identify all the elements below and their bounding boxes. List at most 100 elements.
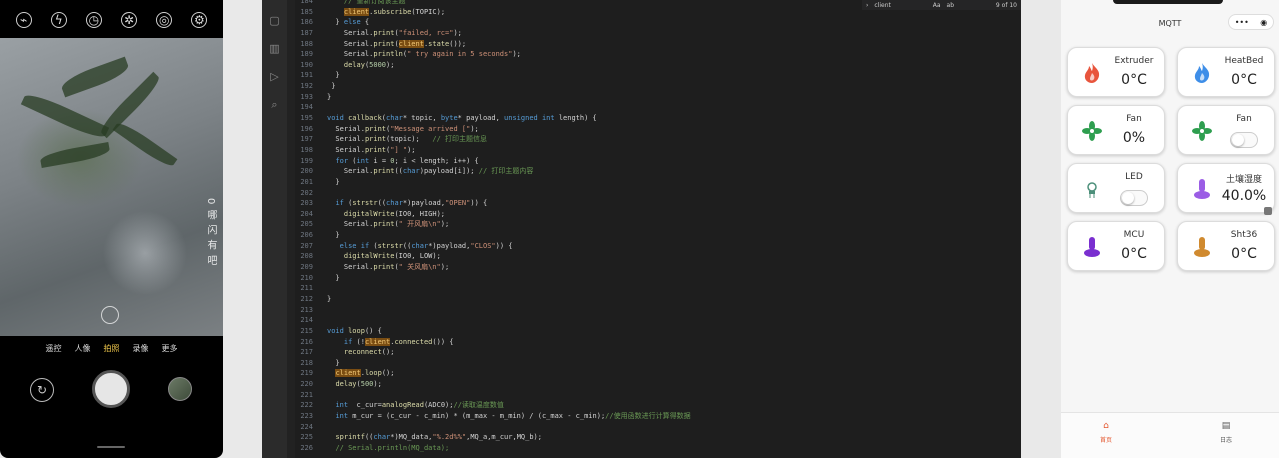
- led-toggle[interactable]: [1120, 190, 1148, 206]
- line-source: // 重新订阅该主题: [343, 0, 406, 5]
- filter-icon[interactable]: ✲: [121, 12, 138, 28]
- device-card[interactable]: Fan: [1177, 105, 1275, 155]
- code-line[interactable]: 226 // Serial.println(MQ_data);: [295, 443, 1021, 454]
- code-line[interactable]: 195 void callback(char* topic, byte* payl…: [295, 113, 1021, 124]
- code-line[interactable]: 223 int m_cur = (c_cur - c_min) * (m_max…: [295, 411, 1021, 422]
- camera-mode-3[interactable]: 录像: [133, 343, 149, 354]
- code-line[interactable]: 209 Serial.print(" 关风扇\n");: [295, 262, 1021, 273]
- shutter-button[interactable]: [92, 370, 130, 408]
- code-area[interactable]: 184 // 重新订阅该主题 185 client.subscribe(TOPIC…: [295, 0, 1021, 454]
- code-line[interactable]: 221: [295, 390, 1021, 401]
- tab-1[interactable]: ▤ 日志: [1196, 421, 1256, 444]
- code-line[interactable]: 201 }: [295, 177, 1021, 188]
- explorer-icon[interactable]: ▢: [268, 14, 281, 27]
- live-photo-icon[interactable]: ◎: [156, 12, 173, 28]
- code-line[interactable]: 220 delay(500);: [295, 379, 1021, 390]
- line-source: Serial.print(" 开风扇\n");: [327, 220, 450, 229]
- find-widget[interactable]: › client Aa ab 9 of 10: [862, 0, 1021, 10]
- find-input[interactable]: client: [874, 2, 890, 9]
- match-word-toggle[interactable]: ab: [947, 2, 955, 9]
- code-line[interactable]: 210 }: [295, 273, 1021, 284]
- code-line[interactable]: 186 } else {: [295, 17, 1021, 28]
- code-line[interactable]: 219 client.loop();: [295, 368, 1021, 379]
- code-line[interactable]: 194: [295, 102, 1021, 113]
- code-line[interactable]: 203 if (strstr((char*)payload,"OPEN")) {: [295, 198, 1021, 209]
- line-source: client.subscribe(TOPIC);: [343, 7, 446, 16]
- code-line[interactable]: 206 }: [295, 230, 1021, 241]
- code-line[interactable]: 224: [295, 422, 1021, 433]
- line-source: Serial.print((char)payload[i]); // 打印主题内…: [327, 167, 534, 176]
- gallery-thumbnail[interactable]: [168, 377, 192, 401]
- code-line[interactable]: 222 int c_cur=analogRead(ADC0);//读取温度数值: [295, 400, 1021, 411]
- library-icon[interactable]: ▥: [268, 42, 281, 55]
- code-line[interactable]: 191 }: [295, 70, 1021, 81]
- more-icon[interactable]: •••: [1235, 18, 1249, 27]
- device-card[interactable]: Sht36 0°C: [1177, 221, 1275, 271]
- timer-icon[interactable]: ◷: [85, 12, 102, 28]
- close-target-icon[interactable]: ◉: [1260, 18, 1267, 27]
- code-line[interactable]: 207 else if (strstr((char*)payload,"CLOS…: [295, 241, 1021, 252]
- code-line[interactable]: 199 for (int i = 0; i < length; i++) {: [295, 156, 1021, 167]
- card-label: Fan: [1236, 114, 1252, 124]
- tab-0[interactable]: ⌂ 首页: [1076, 421, 1136, 444]
- code-line[interactable]: 197 Serial.print(topic); // 打印主题信息: [295, 134, 1021, 145]
- camera-mode-4[interactable]: 更多: [162, 343, 178, 354]
- code-line[interactable]: 215 void loop() {: [295, 326, 1021, 337]
- code-line[interactable]: 218 }: [295, 358, 1021, 369]
- code-line[interactable]: 225 sprintf((char*)MQ_data,"%.2d%%",MQ_a…: [295, 432, 1021, 443]
- gear-icon[interactable]: ⚙: [191, 12, 208, 28]
- code-line[interactable]: 188 Serial.print(client.state());: [295, 39, 1021, 50]
- fan-icon: [1081, 120, 1103, 142]
- flash-off-icon[interactable]: ϟ: [50, 12, 67, 28]
- code-line[interactable]: 213: [295, 305, 1021, 316]
- settings-ring-icon[interactable]: ⌁: [15, 12, 32, 28]
- camera-top-toolbar: ⌁ ϟ ◷ ✲ ◎ ⚙: [0, 0, 223, 40]
- code-line[interactable]: 193}: [295, 92, 1021, 103]
- device-card[interactable]: MCU 0°C: [1067, 221, 1165, 271]
- search-icon[interactable]: ⌕: [268, 98, 281, 111]
- device-card[interactable]: LED: [1067, 163, 1165, 213]
- code-line[interactable]: 190 delay(5000);: [295, 60, 1021, 71]
- device-card[interactable]: 土壤湿度 40.0%: [1177, 163, 1275, 213]
- code-line[interactable]: 196 Serial.print("Message arrived [");: [295, 124, 1021, 135]
- thermometer-purple-icon: [1191, 178, 1213, 200]
- code-line[interactable]: 205 Serial.print(" 开风扇\n");: [295, 219, 1021, 230]
- card-label: 土壤湿度: [1225, 175, 1262, 185]
- led-icon: [1081, 178, 1103, 200]
- device-card[interactable]: HeatBed 0°C: [1177, 47, 1275, 97]
- code-line[interactable]: 204 digitalWrite(IO0, HIGH);: [295, 209, 1021, 220]
- code-line[interactable]: 200 Serial.print((char)payload[i]); // 打…: [295, 166, 1021, 177]
- match-case-toggle[interactable]: Aa: [933, 2, 941, 9]
- code-line[interactable]: 189 Serial.println(" try again in 5 seco…: [295, 49, 1021, 60]
- toggle-knob: [1122, 192, 1134, 204]
- line-number: 222: [300, 401, 313, 410]
- code-line[interactable]: 198 Serial.print("] ");: [295, 145, 1021, 156]
- code-line[interactable]: 192 }: [295, 81, 1021, 92]
- line-number: 189: [300, 50, 313, 59]
- thermometer-purple-icon: [1081, 236, 1103, 258]
- code-line[interactable]: 214: [295, 315, 1021, 326]
- line-number: 205: [300, 220, 313, 229]
- camera-mode-2[interactable]: 拍照: [104, 343, 120, 354]
- switch-camera-icon[interactable]: ↻: [30, 378, 54, 402]
- card-label: Extruder: [1114, 56, 1154, 66]
- line-number: 204: [300, 209, 313, 218]
- camera-mode-0[interactable]: 遥控: [46, 343, 62, 354]
- fan-toggle[interactable]: [1230, 132, 1258, 148]
- chevron-right-icon[interactable]: ›: [866, 2, 868, 9]
- code-line[interactable]: 216 if (!client.connected()) {: [295, 337, 1021, 348]
- code-line[interactable]: 211: [295, 283, 1021, 294]
- menu-capsule[interactable]: ••• ◉: [1228, 14, 1274, 30]
- device-card[interactable]: Extruder 0°C: [1067, 47, 1165, 97]
- code-line[interactable]: 212}: [295, 294, 1021, 305]
- device-card[interactable]: Fan 0%: [1067, 105, 1165, 155]
- code-line[interactable]: 217 reconnect();: [295, 347, 1021, 358]
- code-line[interactable]: 208 digitalWrite(IO0, LOW);: [295, 251, 1021, 262]
- card-label: Fan: [1126, 114, 1142, 124]
- code-line[interactable]: 202: [295, 188, 1021, 199]
- scrollbar-handle[interactable]: [1264, 207, 1272, 215]
- camera-viewfinder[interactable]: 0 哪 闪 有 吧: [0, 38, 223, 336]
- debug-icon[interactable]: ▷: [268, 70, 281, 83]
- code-line[interactable]: 187 Serial.print("failed, rc=");: [295, 28, 1021, 39]
- camera-mode-1[interactable]: 人像: [75, 343, 91, 354]
